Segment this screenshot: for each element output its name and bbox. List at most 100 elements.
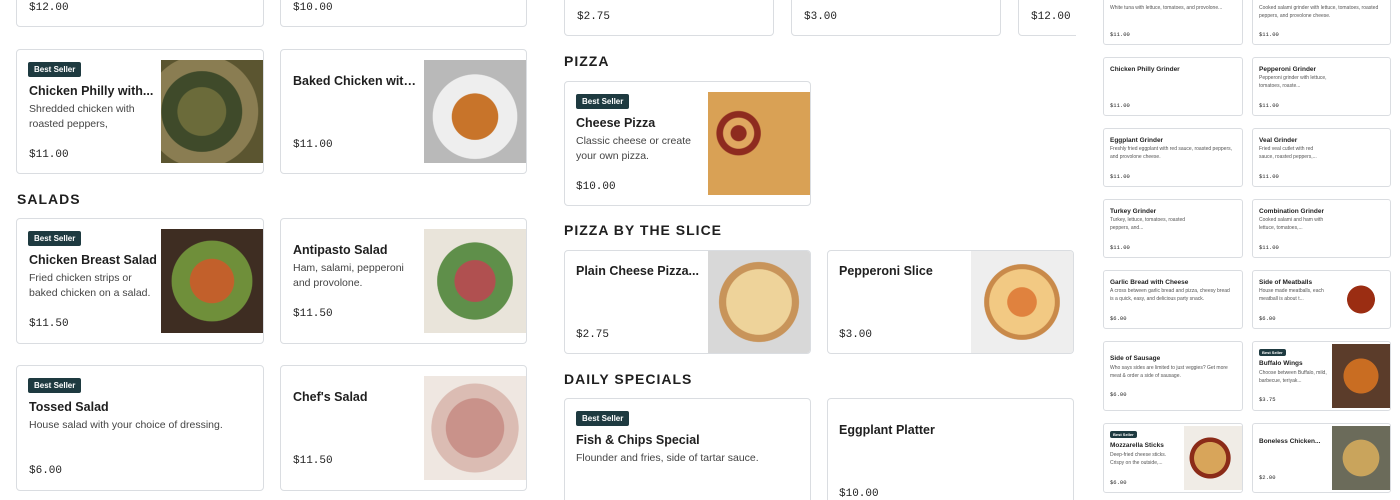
item-photo [161, 60, 263, 163]
item-title: Plain Cheese Pizza... [576, 264, 699, 278]
item-price: $6.00 [1110, 479, 1127, 486]
menu-item-card[interactable]: Chicken Philly Grinder $11.00 [1103, 57, 1243, 116]
item-price: $11.50 [293, 308, 333, 320]
menu-panel-middle: $2.75 $3.00 $12.00 PIZZA Best Seller Che… [556, 0, 1076, 500]
menu-item-card[interactable]: $12.00 [16, 0, 264, 27]
menu-item-card[interactable]: Turkey Grinder Turkey, lettuce, tomatoes… [1103, 199, 1243, 258]
menu-item-card[interactable]: Pepperoni Slice $3.00 [827, 250, 1074, 354]
item-price: $2.75 [576, 329, 610, 341]
item-title: Combination Grinder [1259, 208, 1324, 215]
item-title: Mozzarella Sticks [1110, 442, 1164, 449]
item-title: Turkey Grinder [1110, 208, 1157, 215]
item-photo [424, 60, 526, 163]
item-price: $10.00 [839, 488, 879, 500]
item-price: $12.00 [1031, 11, 1071, 23]
item-title: Fish & Chips Special [576, 433, 700, 447]
item-price: $6.00 [29, 465, 63, 477]
menu-item-card[interactable]: Antipasto Salad Ham, salami, pepperoni a… [280, 218, 527, 344]
item-price: $3.00 [804, 11, 838, 23]
menu-item-card[interactable]: Best Seller Tossed Salad House salad wit… [16, 365, 264, 491]
menu-item-card[interactable]: Plain Cheese Pizza... $2.75 [564, 250, 811, 354]
best-seller-badge: Best Seller [28, 231, 82, 246]
menu-item-card[interactable]: Combination Grinder Cooked salami and ha… [1252, 199, 1391, 258]
item-title: Chef's Salad [293, 390, 368, 404]
item-title: Cheese Pizza [576, 116, 656, 130]
item-photo [161, 229, 263, 333]
item-photo [1184, 426, 1242, 490]
item-title: Antipasto Salad [293, 243, 388, 257]
item-photo [708, 251, 810, 353]
menu-item-card[interactable]: Garlic Bread with Cheese A cross between… [1103, 270, 1243, 329]
item-photo [424, 376, 526, 480]
item-title: Baked Chicken with... [293, 74, 421, 88]
item-photo [1332, 273, 1390, 326]
menu-item-card[interactable]: Best Seller Mozzarella Sticks Deep-fried… [1103, 423, 1243, 493]
menu-item-card[interactable]: Boneless Chicken... $2.00 [1252, 423, 1391, 493]
item-description: Fried chicken strips or baked chicken on… [29, 272, 151, 299]
item-photo [1332, 426, 1390, 490]
best-seller-badge: Best Seller [28, 378, 82, 393]
item-photo [424, 229, 526, 333]
item-price: $6.00 [1110, 391, 1127, 398]
best-seller-badge: Best Seller [1110, 431, 1137, 438]
item-description: Cooked salami grinder with lettuce, toma… [1259, 5, 1379, 19]
item-price: $2.75 [577, 11, 611, 23]
menu-item-card[interactable]: Side of Sausage Who says sides are limit… [1103, 341, 1243, 411]
item-price: $11.00 [29, 149, 69, 161]
menu-item-card[interactable]: Side of Meatballs House made meatballs, … [1252, 270, 1391, 329]
menu-item-card[interactable]: Chef's Salad $11.50 [280, 365, 527, 491]
item-description: Ham, salami, pepperoni and provolone. [293, 262, 404, 289]
item-description: Classic cheese or create your own pizza. [576, 135, 691, 162]
menu-item-card[interactable]: $12.00 [1018, 0, 1076, 36]
item-price: $3.75 [1259, 396, 1276, 403]
menu-item-card[interactable]: Best Seller Cheese Pizza Classic cheese … [564, 81, 811, 206]
menu-item-card[interactable]: Best Seller Chicken Breast Salad Fried c… [16, 218, 264, 344]
menu-panel-left: $12.00 $10.00 Best Seller Chicken Philly… [0, 0, 540, 500]
item-description: House made meatballs, each meatball is a… [1259, 288, 1324, 302]
item-description: White tuna with lettuce, tomatoes, and p… [1110, 5, 1223, 11]
item-title: Boneless Chicken... [1259, 438, 1321, 445]
menu-item-card[interactable]: Eggplant Platter $10.00 [827, 398, 1074, 500]
item-photo [1332, 344, 1390, 408]
item-price: $11.00 [1110, 244, 1130, 251]
section-heading-salads: SALADS [17, 191, 81, 207]
menu-item-card[interactable]: White tuna with lettuce, tomatoes, and p… [1103, 0, 1243, 45]
section-heading-pizza: PIZZA [564, 53, 610, 69]
item-title: Chicken Philly Grinder [1110, 66, 1180, 73]
item-title: Tossed Salad [29, 400, 109, 414]
section-heading-daily-specials: DAILY SPECIALS [564, 371, 693, 387]
item-description: A cross between garlic bread and pizza, … [1110, 288, 1230, 302]
item-description: Freshly fried eggplant with red sauce, r… [1110, 146, 1232, 160]
item-title: Pepperoni Slice [839, 264, 933, 278]
item-price: $6.00 [1259, 315, 1276, 322]
item-title: Chicken Philly with... [29, 84, 154, 98]
item-price: $11.00 [1259, 173, 1279, 180]
item-title: Garlic Bread with Cheese [1110, 279, 1189, 286]
best-seller-badge: Best Seller [1259, 349, 1286, 356]
menu-item-card[interactable]: Eggplant Grinder Freshly fried eggplant … [1103, 128, 1243, 187]
item-description: Cooked salami and ham with lettuce, toma… [1259, 217, 1324, 231]
item-description: Turkey, lettuce, tomatoes, roasted peppe… [1110, 217, 1186, 231]
menu-item-card[interactable]: Best Seller Buffalo Wings Choose between… [1252, 341, 1391, 411]
menu-item-card[interactable]: Veal Grinder Fried veal cutlet with red … [1252, 128, 1391, 187]
item-description: Fried veal cutlet with red sauce, roaste… [1259, 146, 1317, 160]
item-title: Side of Meatballs [1259, 279, 1313, 286]
menu-item-card[interactable]: Pepperoni Grinder Pepperoni grinder with… [1252, 57, 1391, 116]
item-description: House salad with your choice of dressing… [29, 419, 223, 431]
item-title: Side of Sausage [1110, 355, 1161, 362]
item-description: Flounder and fries, side of tartar sauce… [576, 452, 759, 464]
menu-item-card[interactable]: Baked Chicken with... $11.00 [280, 49, 527, 174]
menu-item-card[interactable]: Best Seller Chicken Philly with... Shred… [16, 49, 264, 174]
item-description: Deep-fried cheese sticks. Crispy on the … [1110, 452, 1167, 466]
menu-item-card[interactable]: Cooked salami grinder with lettuce, toma… [1252, 0, 1391, 45]
item-price: $10.00 [293, 2, 333, 14]
menu-item-card[interactable]: $3.00 [791, 0, 1001, 36]
item-title: Buffalo Wings [1259, 360, 1303, 367]
menu-item-card[interactable]: Best Seller Fish & Chips Special Flounde… [564, 398, 811, 500]
item-title: Chicken Breast Salad [29, 253, 157, 267]
menu-item-card[interactable]: $10.00 [280, 0, 527, 27]
item-title: Eggplant Platter [839, 423, 935, 437]
item-description: Who says sides are limited to just veggi… [1110, 365, 1228, 379]
menu-item-card[interactable]: $2.75 [564, 0, 774, 36]
item-price: $11.50 [29, 318, 69, 330]
